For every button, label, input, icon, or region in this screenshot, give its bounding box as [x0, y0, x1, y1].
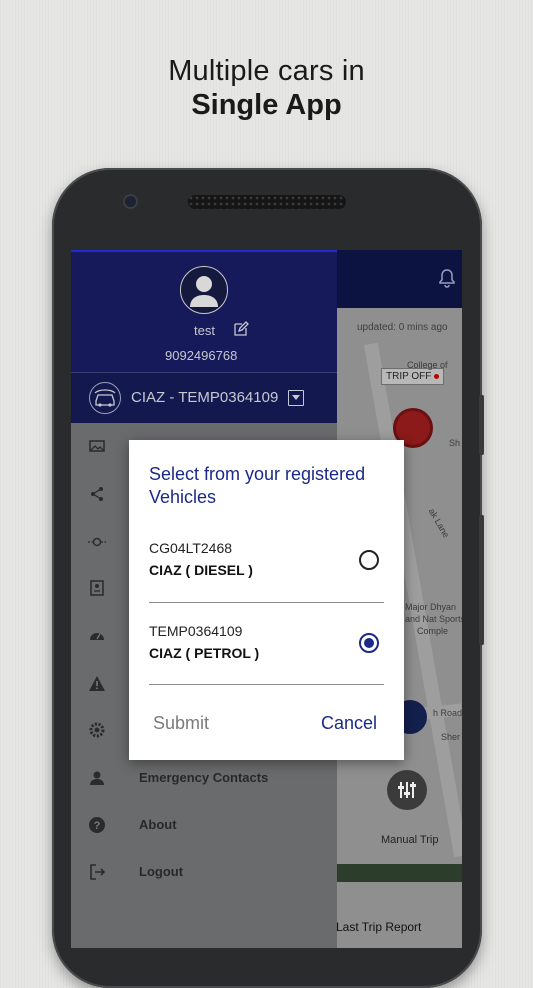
divider — [149, 602, 384, 603]
radio-button[interactable] — [359, 550, 379, 570]
trip-status-label: TRIP OFF — [386, 371, 432, 382]
phone-number: 9092496768 — [165, 348, 238, 363]
manual-trip-label[interactable]: Manual Trip — [381, 834, 438, 846]
map-bottom-strip — [337, 864, 462, 882]
warning-icon — [89, 676, 105, 691]
cancel-button[interactable]: Cancel — [321, 713, 377, 734]
speedometer-icon — [90, 633, 104, 640]
edit-icon[interactable] — [233, 321, 249, 337]
map-label: Sh — [449, 438, 461, 448]
map-label: and Nat Sports — [405, 614, 462, 624]
front-camera — [125, 196, 136, 207]
svg-text:?: ? — [94, 820, 101, 832]
menu-label: Logout — [139, 864, 184, 879]
image-icon — [89, 440, 105, 452]
menu-label: Emergency Contacts — [139, 770, 269, 785]
chevron-down-icon[interactable] — [288, 390, 304, 406]
map-label: Comple — [417, 626, 449, 636]
vehicle-option[interactable]: TEMP0364109 CIAZ ( PETROL ) — [149, 623, 385, 683]
document-icon — [90, 580, 104, 596]
menu-label: About — [139, 817, 177, 832]
share-icon — [91, 487, 103, 501]
username: test — [194, 323, 215, 338]
map-label: Sher — [441, 732, 461, 742]
bell-icon[interactable] — [438, 268, 456, 288]
menu-item-about[interactable]: ? About — [71, 805, 337, 845]
user-icon — [190, 276, 218, 307]
vehicle-select-dialog: Select from your registered Vehicles CG0… — [129, 440, 404, 760]
contacts-icon — [90, 771, 104, 785]
headline-line2: Single App — [191, 89, 342, 121]
car-icon — [89, 382, 121, 414]
menu-item-emergency-contacts[interactable]: Emergency Contacts — [71, 758, 337, 798]
help-icon: ? — [89, 817, 105, 833]
logout-icon — [90, 864, 106, 880]
dialog-title: Select from your registered Vehicles — [149, 464, 366, 507]
app-toolbar — [337, 250, 462, 308]
selected-vehicle-label: CIAZ - TEMP0364109 — [131, 389, 279, 406]
vehicle-reg-number: TEMP0364109 — [149, 623, 243, 639]
avatar[interactable] — [180, 266, 228, 314]
trip-status-badge[interactable]: TRIP OFF — [381, 368, 445, 385]
vehicle-option[interactable]: CG04LT2468 CIAZ ( DIESEL ) — [149, 540, 385, 600]
vehicle-reg-number: CG04LT2468 — [149, 540, 233, 556]
drawer-header: test 9092496768 — [71, 250, 337, 374]
filter-button[interactable] — [387, 770, 427, 810]
divider — [149, 684, 384, 685]
power-button — [479, 515, 484, 645]
map-label: Major Dhyan — [405, 602, 457, 612]
promo-headline: Multiple cars in Single App — [0, 54, 533, 122]
map-label: h Road — [433, 708, 462, 718]
headline-line1: Multiple cars in — [168, 55, 365, 87]
menu-item-logout[interactable]: Logout — [71, 852, 337, 892]
vehicle-model: CIAZ ( DIESEL ) — [149, 562, 253, 578]
vehicle-model: CIAZ ( PETROL ) — [149, 645, 260, 661]
vehicle-selector[interactable]: CIAZ - TEMP0364109 — [71, 372, 337, 423]
radio-button-selected[interactable] — [359, 633, 379, 653]
submit-button[interactable]: Submit — [153, 713, 209, 734]
map-label: ak Lane — [426, 506, 452, 540]
earpiece-speaker — [188, 195, 346, 209]
last-trip-report-link[interactable]: Last Trip Report — [336, 920, 421, 934]
last-updated-text: updated: 0 mins ago — [357, 322, 448, 333]
map-label: College of — [407, 360, 448, 370]
car-route-icon — [88, 537, 106, 547]
sliders-icon — [398, 782, 416, 798]
volume-button — [479, 395, 484, 455]
settings-icon — [89, 722, 105, 738]
